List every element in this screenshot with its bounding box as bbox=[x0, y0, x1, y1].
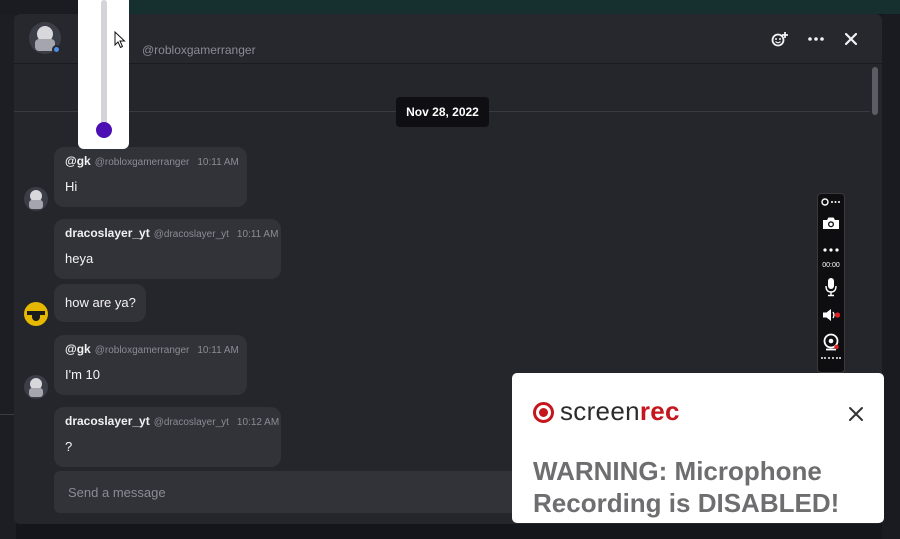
toolbar-divider bbox=[821, 357, 841, 359]
add-friend-icon bbox=[771, 32, 788, 47]
message-time: 10:11 AM bbox=[236, 229, 279, 240]
camera-icon bbox=[823, 217, 839, 229]
message-handle: @dracoslayer_yt bbox=[153, 417, 229, 428]
message-time: 10:11 AM bbox=[197, 345, 239, 356]
message-author[interactable]: @gk bbox=[65, 342, 91, 356]
message-text: Hi bbox=[65, 179, 78, 194]
brand-part-screen: screen bbox=[560, 396, 640, 426]
divider bbox=[0, 414, 14, 415]
message-text: how are ya? bbox=[65, 295, 136, 310]
message-handle: @dracoslayer_yt bbox=[153, 229, 229, 240]
brand-part-rec: rec bbox=[639, 396, 680, 426]
speaker-icon bbox=[823, 309, 841, 321]
recorder-settings-button[interactable] bbox=[818, 196, 844, 208]
volume-slider-track[interactable] bbox=[101, 0, 107, 132]
microphone-icon bbox=[825, 278, 837, 297]
microphone-toggle[interactable] bbox=[818, 276, 844, 298]
online-status-dot bbox=[52, 45, 61, 54]
message-bubble[interactable]: dracoslayer_yt @dracoslayer_yt 10:12 AM ? bbox=[54, 407, 281, 467]
message-bubble[interactable]: how are ya? bbox=[54, 284, 146, 322]
avatar[interactable] bbox=[24, 187, 48, 211]
warning-message: WARNING: Microphone Recording is DISABLE… bbox=[533, 456, 840, 518]
message-handle: @robloxgamerranger bbox=[94, 157, 190, 168]
message-bubble[interactable]: dracoslayer_yt @dracoslayer_yt 10:11 AM he… bbox=[54, 219, 281, 279]
message-author[interactable]: @gk bbox=[65, 154, 91, 168]
message-author[interactable]: dracoslayer_yt bbox=[65, 414, 150, 428]
volume-slider-popup bbox=[78, 0, 129, 149]
message-composer[interactable] bbox=[54, 471, 524, 513]
background-app-edge bbox=[882, 14, 900, 539]
date-divider: Nov 28, 2022 bbox=[396, 97, 489, 127]
message-author[interactable]: dracoslayer_yt bbox=[65, 226, 150, 240]
screenshot-button[interactable] bbox=[818, 213, 844, 233]
scrollbar-thumb[interactable] bbox=[872, 67, 878, 115]
webcam-icon bbox=[823, 333, 839, 351]
settings-icon bbox=[821, 198, 840, 206]
more-icon bbox=[808, 37, 824, 41]
microphone-warning-dialog: screenrec WARNING: Microphone Recording … bbox=[512, 373, 884, 523]
background-app-banner bbox=[120, 0, 900, 14]
close-icon bbox=[849, 407, 863, 421]
screenrec-brand: screenrec bbox=[560, 396, 680, 427]
more-options-button[interactable] bbox=[804, 27, 828, 51]
more-icon bbox=[823, 248, 839, 252]
system-audio-toggle[interactable] bbox=[818, 306, 844, 324]
webcam-toggle[interactable] bbox=[818, 332, 844, 352]
close-warning-button[interactable] bbox=[846, 404, 866, 424]
close-chat-button[interactable] bbox=[839, 27, 863, 51]
recorder-toolbar: 00:00 bbox=[817, 193, 845, 373]
volume-slider-handle[interactable] bbox=[96, 121, 112, 138]
message-text: I'm 10 bbox=[65, 367, 100, 382]
message-bubble[interactable]: @gk @robloxgamerranger 10:11 AM Hi bbox=[54, 147, 247, 207]
message-bubble[interactable]: @gk @robloxgamerranger 10:11 AM I'm 10 bbox=[54, 335, 247, 395]
mouse-cursor-icon bbox=[114, 31, 126, 49]
message-input[interactable] bbox=[54, 471, 524, 513]
message-time: 10:11 AM bbox=[197, 157, 239, 168]
header-handle: @robloxgamerranger bbox=[142, 43, 256, 57]
avatar[interactable] bbox=[24, 302, 48, 326]
message-text: heya bbox=[65, 251, 94, 266]
message-handle: @robloxgamerranger bbox=[94, 345, 190, 356]
screenrec-logo-icon bbox=[533, 402, 554, 423]
recording-timer: 00:00 bbox=[822, 262, 840, 269]
message-text: ? bbox=[65, 439, 73, 454]
message-time: 10:12 AM bbox=[236, 417, 280, 428]
add-friend-button[interactable] bbox=[768, 27, 792, 51]
recorder-more-button[interactable] bbox=[818, 246, 844, 254]
avatar[interactable] bbox=[24, 375, 48, 399]
close-icon bbox=[845, 33, 857, 45]
chat-header: @robloxgamerranger bbox=[14, 14, 882, 64]
